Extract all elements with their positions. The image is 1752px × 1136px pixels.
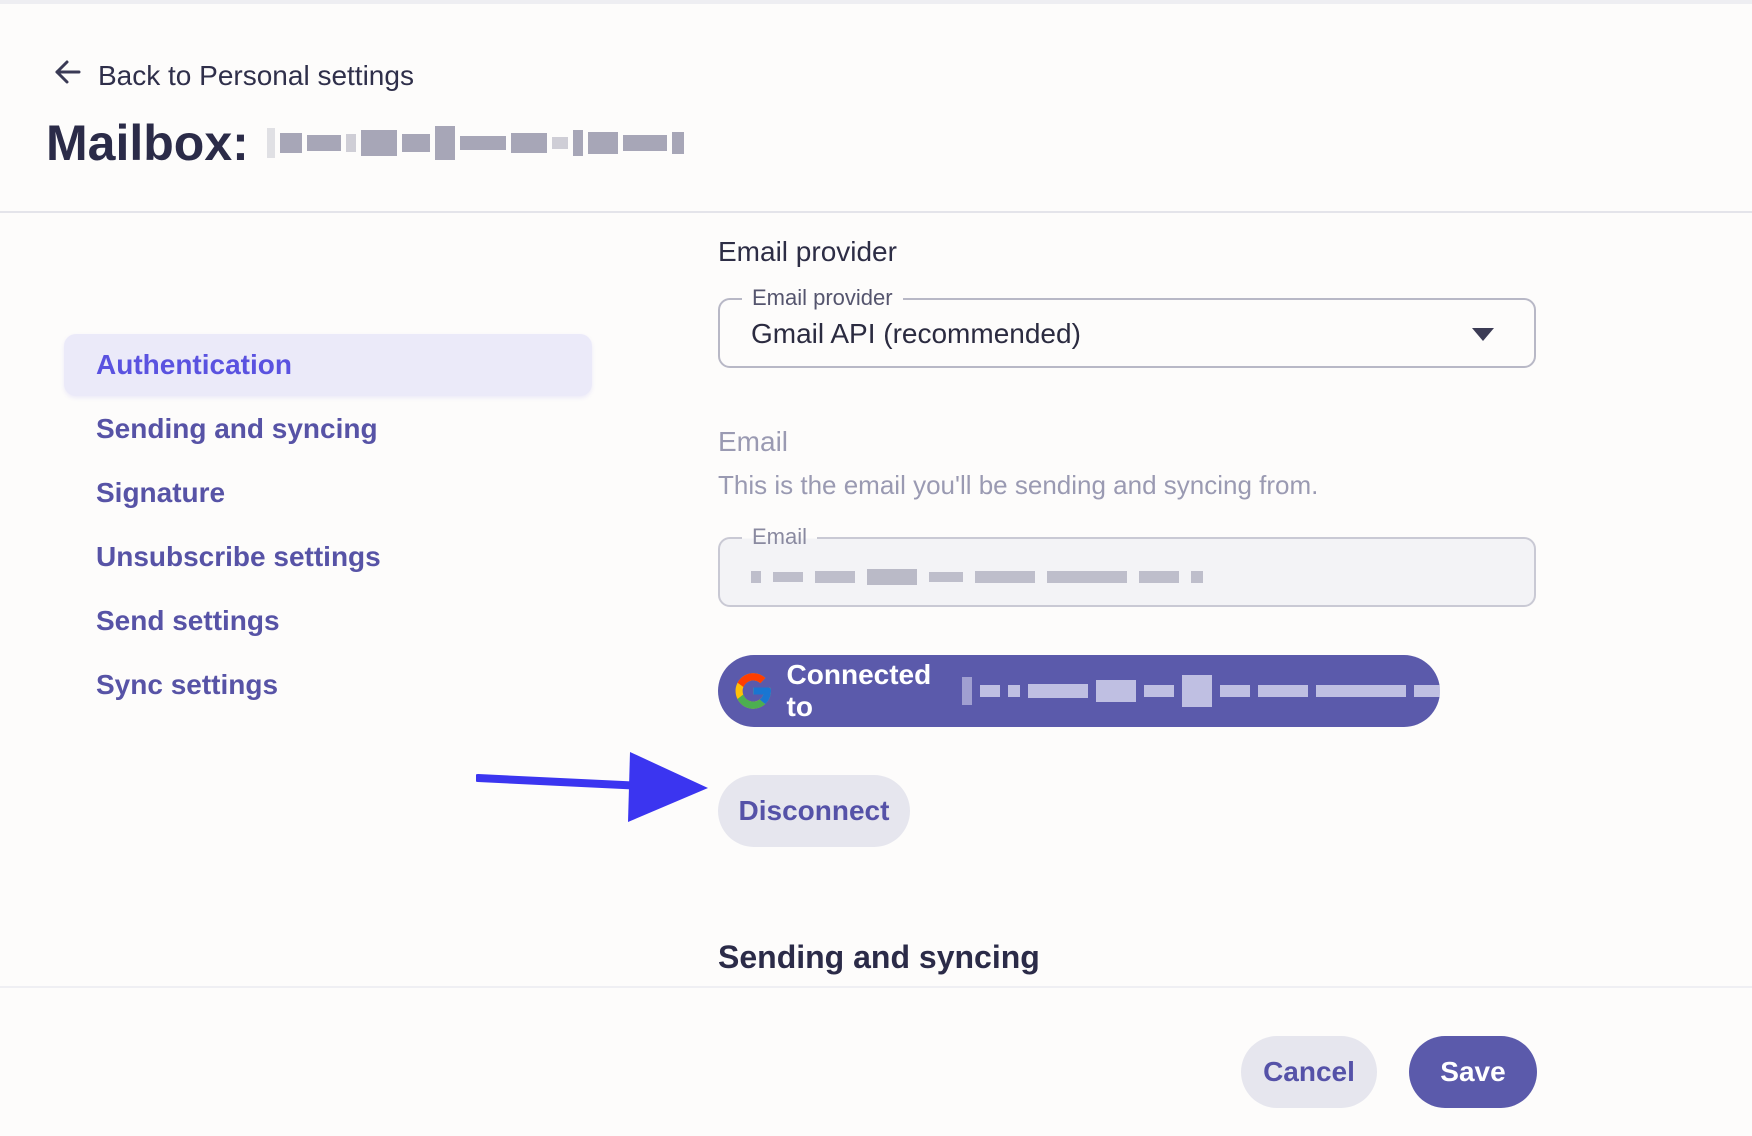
connected-account-button[interactable]: Connected to: [718, 655, 1440, 727]
authentication-panel: Email provider Email provider Gmail API …: [718, 230, 1538, 976]
disconnect-button[interactable]: Disconnect: [718, 775, 910, 847]
redacted-mailbox-address: [266, 126, 684, 160]
page-title-prefix: Mailbox:: [46, 115, 249, 171]
back-link-label: Back to Personal settings: [98, 59, 414, 91]
page-title: Mailbox:: [46, 114, 684, 172]
redacted-email-value: [751, 569, 1203, 585]
provider-section-label: Email provider: [718, 236, 897, 267]
page-header: Back to Personal settings Mailbox:: [0, 4, 1752, 213]
email-heading: Email: [718, 426, 789, 457]
action-footer: Cancel Save: [0, 986, 1752, 1136]
cancel-button[interactable]: Cancel: [1241, 1036, 1377, 1108]
arrow-left-icon: [52, 56, 84, 95]
back-link[interactable]: Back to Personal settings: [52, 56, 414, 95]
sidebar-item-unsubscribe-settings[interactable]: Unsubscribe settings: [64, 526, 592, 588]
email-help-text: This is the email you'll be sending and …: [718, 470, 1319, 500]
save-button[interactable]: Save: [1409, 1036, 1537, 1108]
email-provider-select[interactable]: Email provider Gmail API (recommended): [718, 285, 1536, 368]
email-field: Email: [718, 524, 1536, 607]
sidebar-item-sending-and-syncing[interactable]: Sending and syncing: [64, 398, 592, 460]
settings-sidebar: Authentication Sending and syncing Signa…: [64, 334, 592, 718]
email-provider-selected-value: Gmail API (recommended): [751, 318, 1081, 349]
sidebar-item-authentication[interactable]: Authentication: [64, 334, 592, 396]
connected-label: Connected to: [786, 659, 932, 722]
email-provider-legend: Email provider: [742, 285, 903, 311]
redacted-connected-address: [962, 675, 1440, 707]
pointer-arrow-icon: [476, 752, 708, 822]
sidebar-item-signature[interactable]: Signature: [64, 462, 592, 524]
google-logo-icon: [735, 673, 772, 709]
sidebar-item-sync-settings[interactable]: Sync settings: [64, 654, 592, 716]
email-field-legend: Email: [742, 524, 818, 550]
caret-down-icon: [1472, 328, 1494, 341]
sending-and-syncing-heading: Sending and syncing: [718, 939, 1040, 975]
sidebar-item-send-settings[interactable]: Send settings: [64, 590, 592, 652]
